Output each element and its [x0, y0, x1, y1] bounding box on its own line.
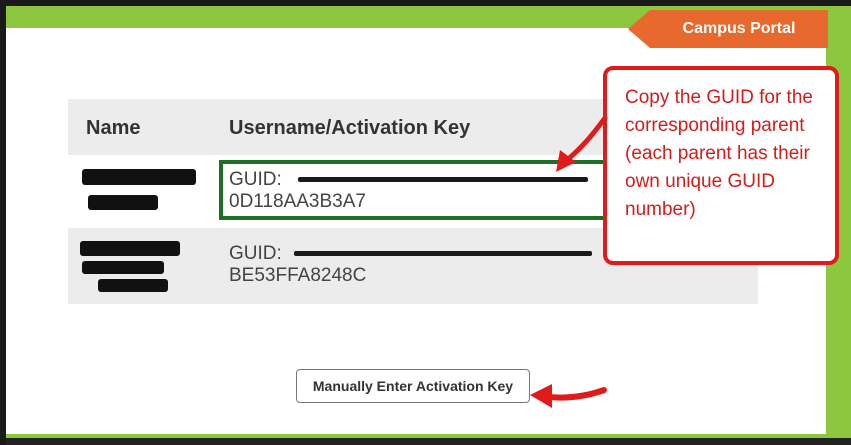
campus-portal-tab[interactable]: Campus Portal — [628, 10, 828, 48]
redaction-strike — [294, 251, 592, 256]
redacted-name — [88, 195, 158, 210]
redacted-name — [82, 261, 164, 274]
column-header-username: Username/Activation Key — [229, 117, 471, 139]
frame-border-bottom — [6, 438, 851, 445]
column-header-name: Name — [86, 117, 141, 139]
guid-prefix: GUID: — [229, 243, 282, 264]
redacted-name — [98, 279, 168, 292]
callout-text: Copy the GUID for the corresponding pare… — [625, 87, 813, 220]
instruction-callout: Copy the GUID for the corresponding pare… — [603, 66, 839, 265]
manually-enter-activation-key-button[interactable]: Manually Enter Activation Key — [296, 369, 530, 403]
redacted-name — [82, 169, 196, 185]
redacted-name — [80, 241, 180, 256]
campus-portal-label: Campus Portal — [682, 20, 796, 37]
guid-value[interactable]: GUID: — [229, 243, 282, 264]
guid-suffix[interactable]: BE53FFA8248C — [229, 265, 366, 286]
guid-highlight-box — [219, 160, 609, 220]
